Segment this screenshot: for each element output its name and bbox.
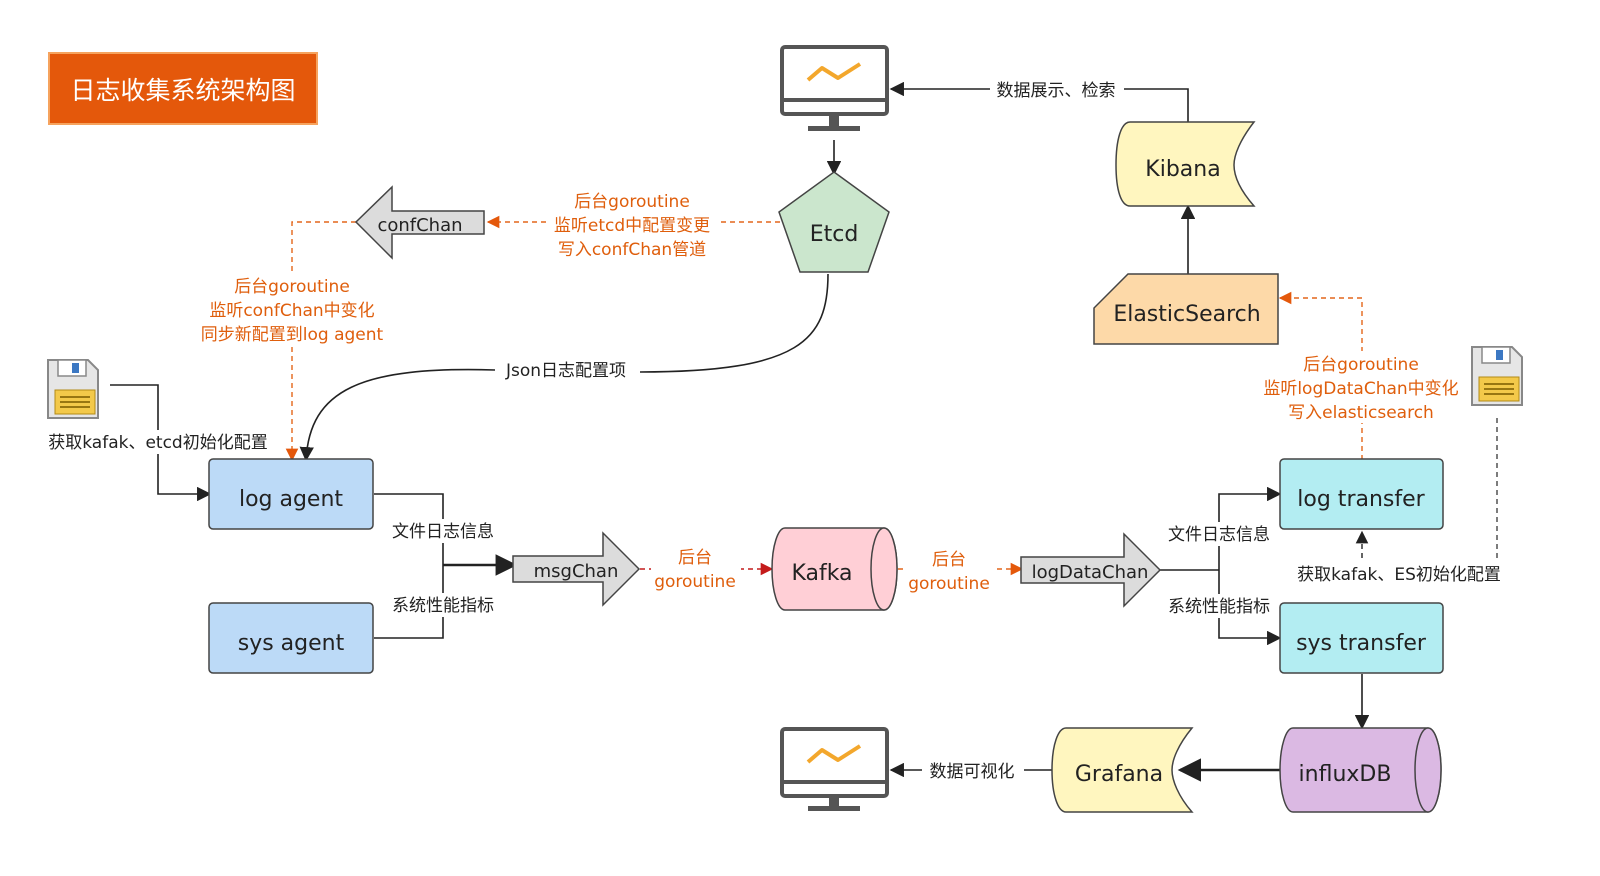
- conf-watch-line3: 同步新配置到log agent: [201, 325, 384, 345]
- monitor-icon: [780, 727, 889, 811]
- conf-watch-line1: 后台goroutine: [234, 277, 350, 297]
- log-transfer-label: log transfer: [1297, 487, 1425, 512]
- bg-left-line1: 后台: [678, 548, 712, 568]
- kibana-label: Kibana: [1145, 157, 1220, 182]
- floppy-disk-icon: [1471, 346, 1523, 406]
- grafana-label: Grafana: [1075, 762, 1163, 787]
- es-write-line2: 监听logDataChan中变化: [1263, 379, 1458, 399]
- edge-json-logagent: [299, 368, 496, 462]
- etcd-watch-line1: 后台goroutine: [574, 192, 690, 212]
- edge-etcd-json: [639, 273, 829, 373]
- log-agent-label: log agent: [239, 487, 343, 512]
- visualize-label: 数据可视化: [930, 762, 1015, 782]
- bg-left-line2: goroutine: [654, 572, 736, 592]
- logdatachan-label: logDataChan: [1032, 562, 1149, 583]
- bg-right-line2: goroutine: [908, 574, 990, 594]
- confchan-label: confChan: [377, 215, 462, 236]
- agent-init-label: 获取kafak、etcd初始化配置: [48, 433, 267, 453]
- etcd-watch-line3: 写入confChan管道: [558, 240, 706, 260]
- file-log-label-left: 文件日志信息: [392, 522, 494, 542]
- monitor-icon: [780, 45, 889, 131]
- sys-metrics-label-right: 系统性能指标: [1168, 597, 1270, 617]
- floppy-disk-icon: [47, 359, 99, 419]
- edge-kibana-monitor: [1124, 88, 1189, 122]
- sys-metrics-label-left: 系统性能指标: [392, 596, 494, 616]
- influxdb-label: influxDB: [1299, 762, 1392, 787]
- bg-right-line1: 后台: [932, 550, 966, 570]
- transfer-init-label: 获取kafak、ES初始化配置: [1297, 565, 1501, 585]
- msgchan-label: msgChan: [534, 561, 619, 582]
- elasticsearch-label: ElasticSearch: [1113, 302, 1260, 327]
- etcd-watch-line2: 监听etcd中配置变更: [554, 216, 710, 236]
- sys-transfer-label: sys transfer: [1296, 631, 1427, 656]
- conf-watch-line2: 监听confChan中变化: [209, 301, 374, 321]
- file-log-label-right: 文件日志信息: [1168, 525, 1270, 545]
- show-search-label: 数据展示、检索: [997, 81, 1116, 101]
- json-config-label: Json日志配置项: [505, 361, 626, 381]
- etcd-label: Etcd: [810, 222, 859, 247]
- es-write-line1: 后台goroutine: [1303, 355, 1419, 375]
- architecture-diagram: log agent sys agent log transfer sys tra…: [36, 45, 1523, 813]
- es-write-line3: 写入elasticsearch: [1288, 403, 1434, 423]
- kafka-label: Kafka: [791, 561, 852, 586]
- sys-agent-label: sys agent: [238, 631, 345, 656]
